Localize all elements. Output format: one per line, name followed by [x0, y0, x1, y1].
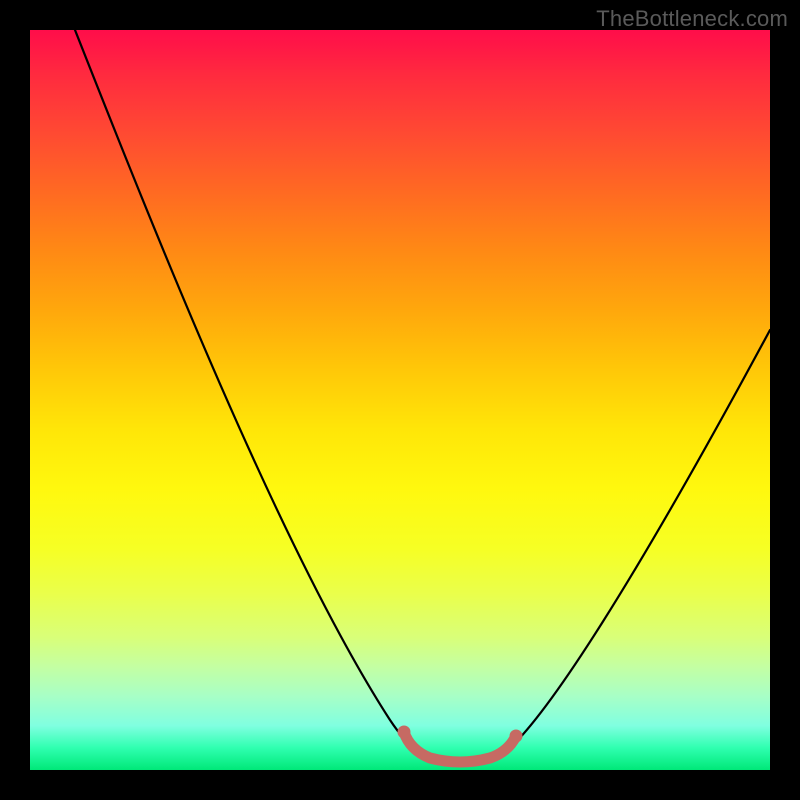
chart-frame: TheBottleneck.com	[0, 0, 800, 800]
bottleneck-curve	[75, 30, 770, 763]
flat-bottom-right-dot	[510, 730, 523, 743]
plot-area	[30, 30, 770, 770]
flat-bottom-left-dot	[398, 726, 411, 739]
flat-bottom-segment	[404, 732, 516, 762]
watermark-text: TheBottleneck.com	[596, 6, 788, 32]
curve-svg	[30, 30, 770, 770]
